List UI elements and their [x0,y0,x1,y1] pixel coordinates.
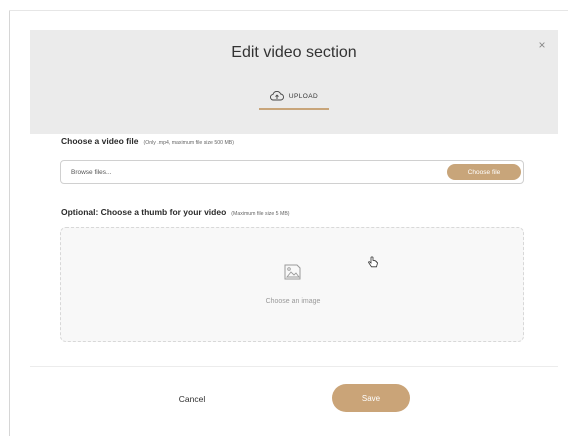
thumb-hint: (Maximum file size 5 MB) [231,211,290,217]
modal-header: Edit video section × UPLOAD [30,30,558,134]
close-button[interactable]: × [535,38,549,52]
hand-cursor-icon [368,256,378,268]
choose-file-button[interactable]: Choose file [447,164,521,180]
video-file-hint: (Only .mp4, maximum file size 500 MB) [143,140,234,146]
active-tab-indicator [259,108,329,110]
page-left-edge [9,10,10,436]
video-file-label: Choose a video file (Only .mp4, maximum f… [61,136,234,146]
browse-files-input[interactable] [71,166,431,179]
thumb-label-text: Optional: Choose a thumb for your video [61,207,227,217]
tab-upload[interactable]: UPLOAD [258,84,330,108]
modal-title: Edit video section [231,44,357,61]
save-button[interactable]: Save [332,384,410,412]
thumb-dropzone[interactable]: Choose an image [60,227,524,342]
video-file-label-text: Choose a video file [61,136,139,146]
page-top-edge [9,10,568,11]
footer-divider [30,366,558,367]
cloud-upload-icon [269,91,284,101]
close-icon: × [538,38,546,52]
image-icon [284,264,301,280]
tab-upload-label: UPLOAD [288,92,319,100]
thumb-label: Optional: Choose a thumb for your video (… [61,207,290,217]
dropzone-text: Choose an image [265,298,321,305]
cancel-button[interactable]: Cancel [160,388,224,410]
video-file-picker: Choose file [60,160,524,184]
edit-video-modal: Edit video section × UPLOAD Choose a vid… [30,30,558,436]
